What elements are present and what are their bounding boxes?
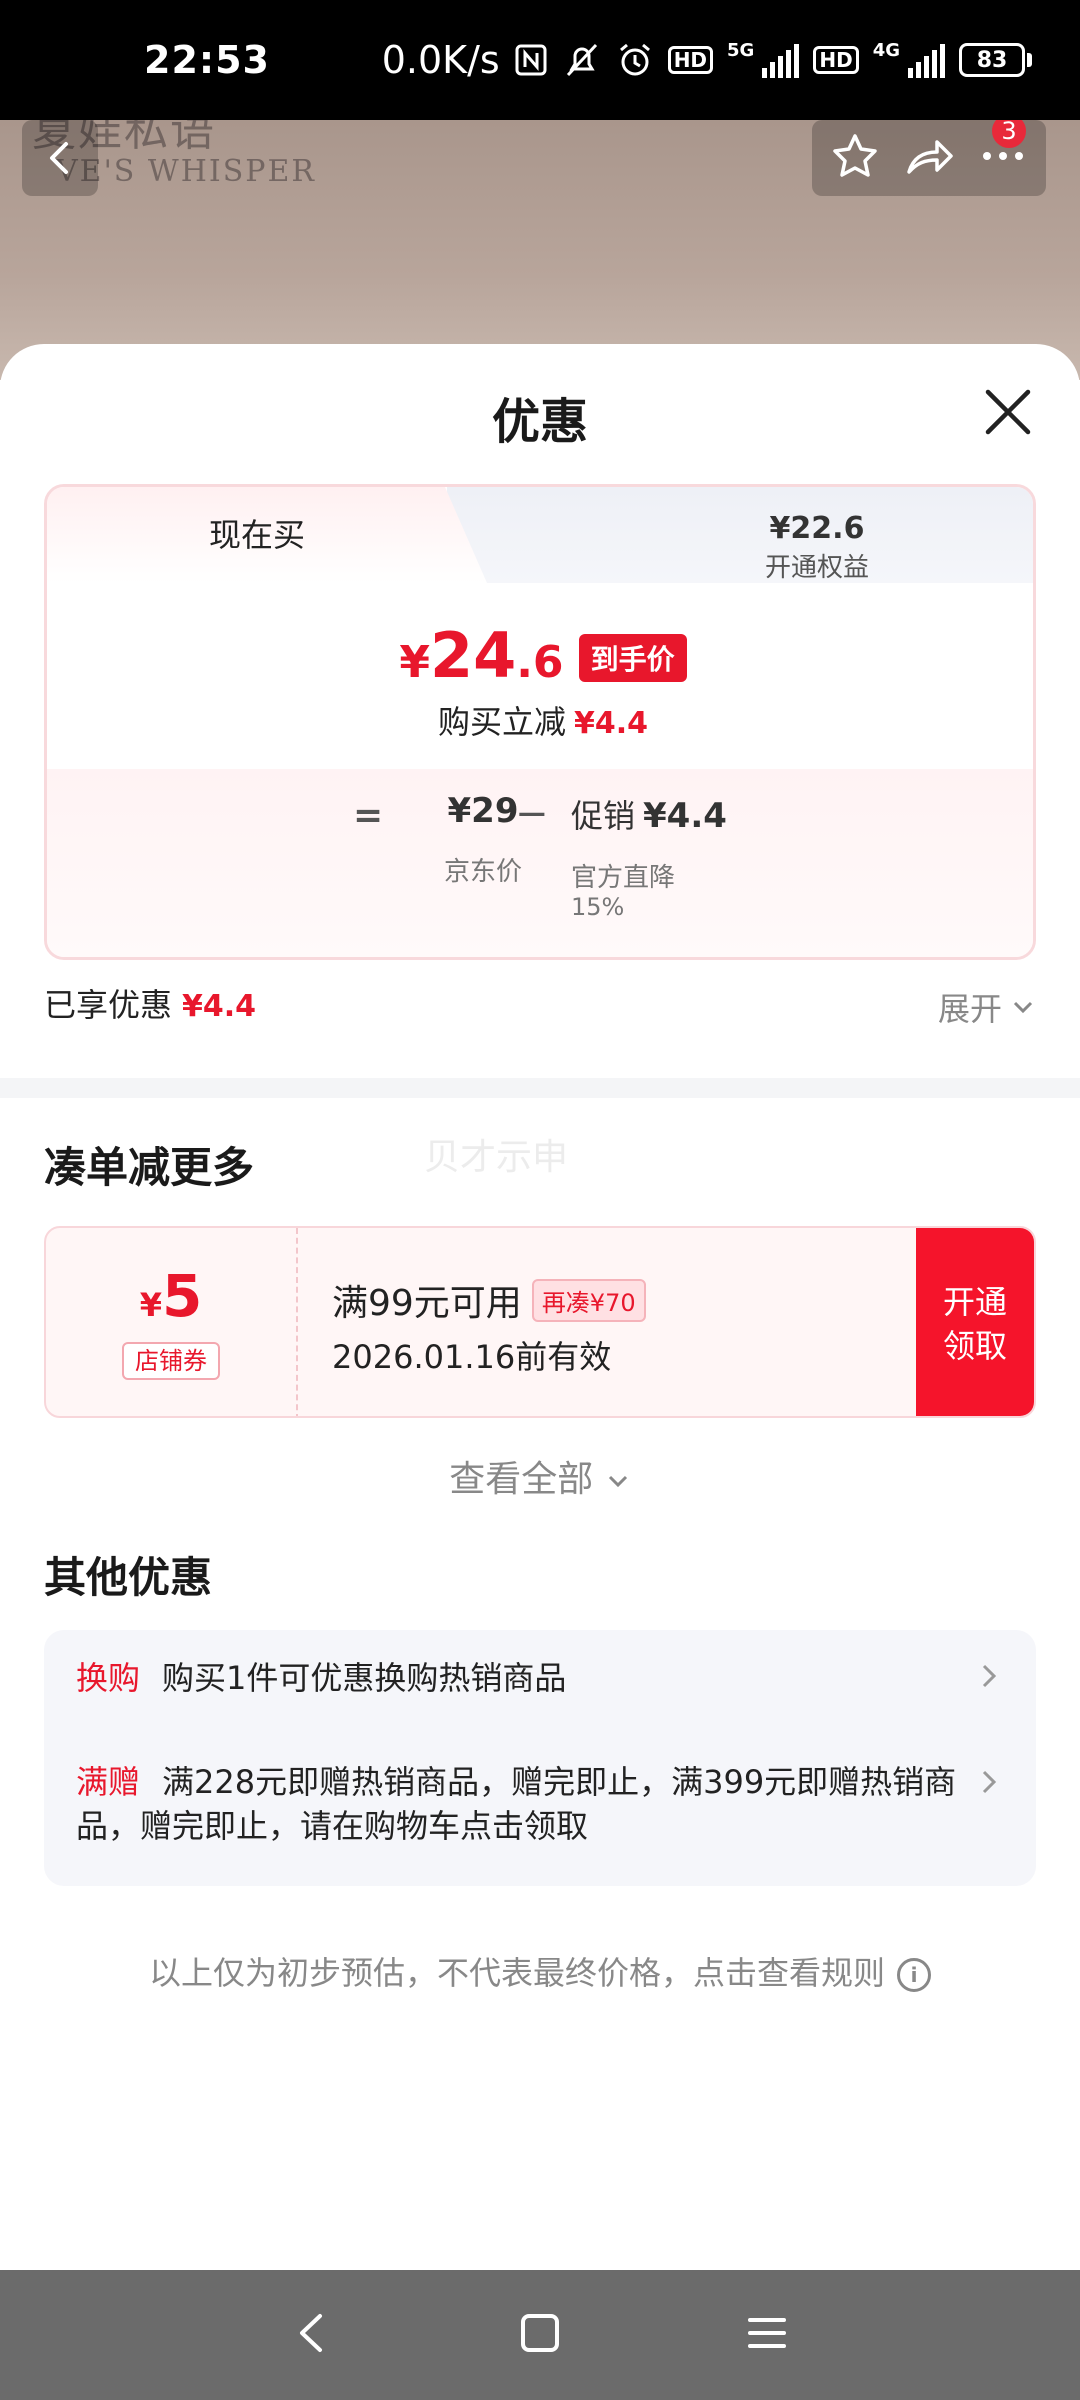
system-back-button[interactable] bbox=[288, 2308, 338, 2362]
offer-row-exchange[interactable]: 换购 购买1件可优惠换购热销商品 bbox=[76, 1656, 976, 1700]
mute-bell-icon bbox=[562, 40, 602, 80]
other-title: 其他优惠 bbox=[44, 1553, 213, 1602]
system-home-button[interactable] bbox=[515, 2308, 565, 2362]
equals-sign: = bbox=[353, 795, 384, 836]
minus-sign: − bbox=[515, 791, 549, 837]
promo-label: 促销 bbox=[571, 797, 636, 835]
price-card: 现在买 ¥22.6 开通权益 ¥ 24 .6 到手价 购买立减 ¥4.4 = ¥2… bbox=[44, 484, 1036, 960]
menu-lines-icon bbox=[747, 2318, 786, 2348]
jd-price-label: 京东价 bbox=[443, 857, 522, 887]
coupon-type: 店铺券 bbox=[122, 1342, 220, 1380]
section-divider bbox=[0, 1078, 1080, 1098]
system-menu-button[interactable] bbox=[742, 2308, 792, 2362]
home-square-icon bbox=[520, 2314, 559, 2352]
offer-tag: 换购 bbox=[76, 1659, 141, 1697]
offer-text: 购买1件可优惠换购热销商品 bbox=[162, 1659, 567, 1697]
offer-tag: 满赠 bbox=[76, 1763, 141, 1801]
sim2-type: 4G bbox=[872, 39, 900, 61]
status-bar: 22:53 0.0K/s HD 5G HD 4G 83 bbox=[0, 0, 1080, 120]
signal-icon bbox=[762, 42, 800, 78]
nav-actions: 3 bbox=[812, 114, 1046, 196]
info-icon: i bbox=[897, 1958, 931, 1992]
rules-note-text: 以上仅为初步预估，不代表最终价格，点击查看规则 bbox=[148, 1954, 885, 1992]
chevron-left-icon bbox=[50, 142, 68, 174]
promo-line: 促销 ¥4.4 bbox=[571, 791, 727, 837]
other-offers: 换购 购买1件可优惠换购热销商品 满赠 满228元即赠热销商品，赠完即止，满399元… bbox=[44, 1630, 1036, 1886]
chevron-down-icon bbox=[1013, 1001, 1033, 1014]
close-button[interactable] bbox=[980, 384, 1036, 440]
save-amount: ¥4.4 bbox=[573, 706, 649, 741]
tab-member-price: ¥22.6 bbox=[769, 511, 865, 546]
chevron-down-icon bbox=[608, 1475, 627, 1488]
rules-note[interactable]: 以上仅为初步预估，不代表最终价格，点击查看规则 i bbox=[0, 1948, 1080, 1994]
promo-percent: 15% bbox=[571, 893, 625, 921]
coupon-more-tag: 再凑¥70 bbox=[531, 1278, 646, 1322]
screen: 22:53 0.0K/s HD 5G HD 4G 83 夏娃私语 VE'S WH… bbox=[0, 0, 1080, 2400]
save-label: 购买立减 bbox=[437, 703, 566, 741]
price-breakdown: = ¥29 京东价 − 促销 ¥4.4 官方直降 15% bbox=[47, 769, 1033, 957]
promo-sub: 官方直降 bbox=[571, 863, 676, 893]
status-time: 22:53 bbox=[144, 38, 270, 82]
back-button[interactable] bbox=[22, 120, 98, 196]
bundle-title: 凑单减更多 bbox=[44, 1143, 255, 1192]
final-price-tag: 到手价 bbox=[578, 634, 687, 682]
battery-icon: 83 bbox=[959, 43, 1032, 77]
final-price: ¥ 24 .6 bbox=[399, 619, 564, 692]
watermark: 贝才示申 bbox=[424, 1137, 569, 1178]
expand-button[interactable]: 展开 bbox=[938, 984, 1036, 1030]
net-speed: 0.0K/s bbox=[381, 38, 500, 82]
save-line: 购买立减 ¥4.4 bbox=[47, 697, 1033, 743]
battery-level: 83 bbox=[959, 43, 1025, 77]
coupon-value: ¥5 店铺券 bbox=[46, 1228, 296, 1416]
nfc-icon bbox=[514, 40, 548, 80]
enjoyed-label: 已享优惠 bbox=[44, 986, 173, 1024]
promo-amount: ¥4.4 bbox=[643, 796, 727, 836]
shop-coupon: ¥5 店铺券 满99元可用 再凑¥70 2026.01.16前有效 开通领取 bbox=[44, 1226, 1036, 1418]
view-all-label: 查看全部 bbox=[449, 1459, 594, 1500]
enjoyed-amount: ¥4.4 bbox=[182, 989, 257, 1024]
coupon-valid-date: 2026.01.16前有效 bbox=[332, 1338, 612, 1376]
star-icon bbox=[833, 134, 877, 177]
sheet-title: 优惠 bbox=[491, 394, 588, 450]
hd-icon: HD bbox=[667, 46, 714, 74]
expand-label: 展开 bbox=[937, 990, 1002, 1028]
coupon-claim-button[interactable]: 开通领取 bbox=[916, 1228, 1034, 1416]
share-button[interactable] bbox=[903, 130, 955, 186]
tab-member-label: 开通权益 bbox=[764, 553, 869, 583]
offer-text: 满228元即赠热销商品，赠完即止，满399元即赠热销商品，赠完即止，请在购物车点… bbox=[76, 1763, 957, 1845]
coupon-condition: 满99元可用 bbox=[332, 1283, 522, 1324]
product-navbar: 夏娃私语 VE'S WHISPER 3 bbox=[0, 108, 1080, 220]
offer-row-gift[interactable]: 满赠 满228元即赠热销商品，赠完即止，满399元即赠热销商品，赠完即止，请在购物… bbox=[76, 1760, 976, 1848]
hd-icon-2: HD bbox=[813, 46, 859, 74]
coupon-condition-row: 满99元可用 再凑¥70 bbox=[332, 1274, 646, 1326]
chevron-right-icon bbox=[978, 1762, 1002, 1811]
view-all-button[interactable]: 查看全部 bbox=[0, 1450, 1080, 1502]
share-icon bbox=[907, 140, 953, 174]
signal-icon-2 bbox=[908, 42, 945, 78]
coupon-separator bbox=[296, 1228, 298, 1416]
enjoyed-discount: 已享优惠 ¥4.4 bbox=[44, 980, 256, 1026]
close-icon bbox=[985, 389, 1031, 435]
coupon-amount: ¥5 bbox=[139, 1262, 203, 1330]
system-navigation bbox=[0, 2270, 1080, 2400]
favorite-button[interactable] bbox=[829, 130, 881, 186]
alarm-icon bbox=[616, 40, 654, 80]
chevron-right-icon bbox=[978, 1656, 1002, 1705]
discount-sheet: 优惠 现在买 ¥22.6 开通权益 ¥ 24 .6 到手价 购买立减¥4.4 bbox=[0, 344, 1080, 2270]
status-icons: 0.0K/s HD 5G HD 4G 83 bbox=[382, 38, 1032, 82]
back-arrow-icon bbox=[300, 2314, 323, 2352]
final-price-row: ¥ 24 .6 到手价 bbox=[47, 619, 1033, 692]
sim1-type: 5G bbox=[727, 39, 755, 61]
tab-buy-now-label: 现在买 bbox=[208, 516, 305, 554]
